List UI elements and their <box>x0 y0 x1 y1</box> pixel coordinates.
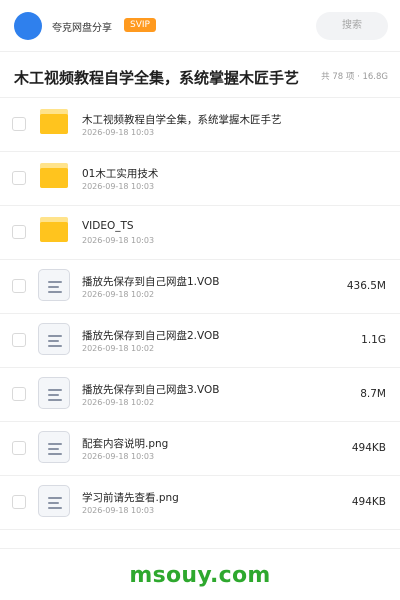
document-icon <box>38 323 70 355</box>
file-row[interactable]: 学习前请先查看.png 2026-09-18 10:03 494KB <box>0 476 400 530</box>
file-date: 2026-09-18 10:02 <box>82 398 155 407</box>
file-date: 2026-09-18 10:03 <box>82 452 155 461</box>
row-checkbox[interactable] <box>12 279 26 293</box>
file-date: 2026-09-18 10:03 <box>82 236 155 245</box>
search-input[interactable]: 搜索 <box>316 12 388 40</box>
file-name[interactable]: 01木工实用技术 <box>82 166 158 181</box>
file-name[interactable]: 木工视频教程自学全集，系统掌握木匠手艺 <box>82 112 282 127</box>
folder-icon <box>40 109 68 134</box>
svip-badge: SVIP <box>124 18 156 32</box>
file-name[interactable]: 播放先保存到自己网盘1.VOB <box>82 274 219 289</box>
document-icon <box>38 431 70 463</box>
file-list: 木工视频教程自学全集，系统掌握木匠手艺 2026-09-18 10:03 01木… <box>0 98 400 530</box>
file-name[interactable]: VIDEO_TS <box>82 220 134 232</box>
row-checkbox[interactable] <box>12 171 26 185</box>
avatar[interactable] <box>14 12 42 40</box>
document-icon <box>38 269 70 301</box>
file-size: 494KB <box>351 496 386 508</box>
row-checkbox[interactable] <box>12 117 26 131</box>
row-checkbox[interactable] <box>12 441 26 455</box>
file-name[interactable]: 播放先保存到自己网盘3.VOB <box>82 382 219 397</box>
watermark: msouy.com <box>129 563 271 588</box>
file-row[interactable]: VIDEO_TS 2026-09-18 10:03 <box>0 206 400 260</box>
folder-meta: 共 78 项 · 16.8G <box>321 72 388 82</box>
app-name: 夸克网盘分享 <box>52 23 112 34</box>
file-row[interactable]: 01木工实用技术 2026-09-18 10:03 <box>0 152 400 206</box>
folder-icon <box>40 163 68 188</box>
header-bar: 夸克网盘分享 SVIP 搜索 <box>0 0 400 52</box>
row-checkbox[interactable] <box>12 225 26 239</box>
file-size: 494KB <box>351 442 386 454</box>
file-row[interactable]: 播放先保存到自己网盘2.VOB 2026-09-18 10:02 1.1G <box>0 314 400 368</box>
file-row[interactable]: 木工视频教程自学全集，系统掌握木匠手艺 2026-09-18 10:03 <box>0 98 400 152</box>
folder-header: 木工视频教程自学全集，系统掌握木匠手艺 共 78 项 · 16.8G <box>0 52 400 98</box>
file-name[interactable]: 学习前请先查看.png <box>82 490 179 505</box>
file-row[interactable]: 播放先保存到自己网盘3.VOB 2026-09-18 10:02 8.7M <box>0 368 400 422</box>
row-checkbox[interactable] <box>12 387 26 401</box>
file-size: 8.7M <box>360 388 386 400</box>
file-date: 2026-09-18 10:02 <box>82 344 155 353</box>
file-name[interactable]: 播放先保存到自己网盘2.VOB <box>82 328 219 343</box>
file-row[interactable]: 播放先保存到自己网盘1.VOB 2026-09-18 10:02 436.5M <box>0 260 400 314</box>
file-row[interactable]: 配套内容说明.png 2026-09-18 10:03 494KB <box>0 422 400 476</box>
document-icon <box>38 485 70 517</box>
row-checkbox[interactable] <box>12 333 26 347</box>
file-size: 1.1G <box>361 334 386 346</box>
file-date: 2026-09-18 10:02 <box>82 290 155 299</box>
page-title: 木工视频教程自学全集，系统掌握木匠手艺 <box>14 69 300 87</box>
file-date: 2026-09-18 10:03 <box>82 506 155 515</box>
share-page: 夸克网盘分享 SVIP 搜索 木工视频教程自学全集，系统掌握木匠手艺 共 78 … <box>0 0 400 600</box>
file-date: 2026-09-18 10:03 <box>82 128 155 137</box>
footer: msouy.com <box>0 548 400 600</box>
row-checkbox[interactable] <box>12 495 26 509</box>
file-date: 2026-09-18 10:03 <box>82 182 155 191</box>
folder-icon <box>40 217 68 242</box>
file-size: 436.5M <box>346 280 386 292</box>
file-name[interactable]: 配套内容说明.png <box>82 436 168 451</box>
document-icon <box>38 377 70 409</box>
